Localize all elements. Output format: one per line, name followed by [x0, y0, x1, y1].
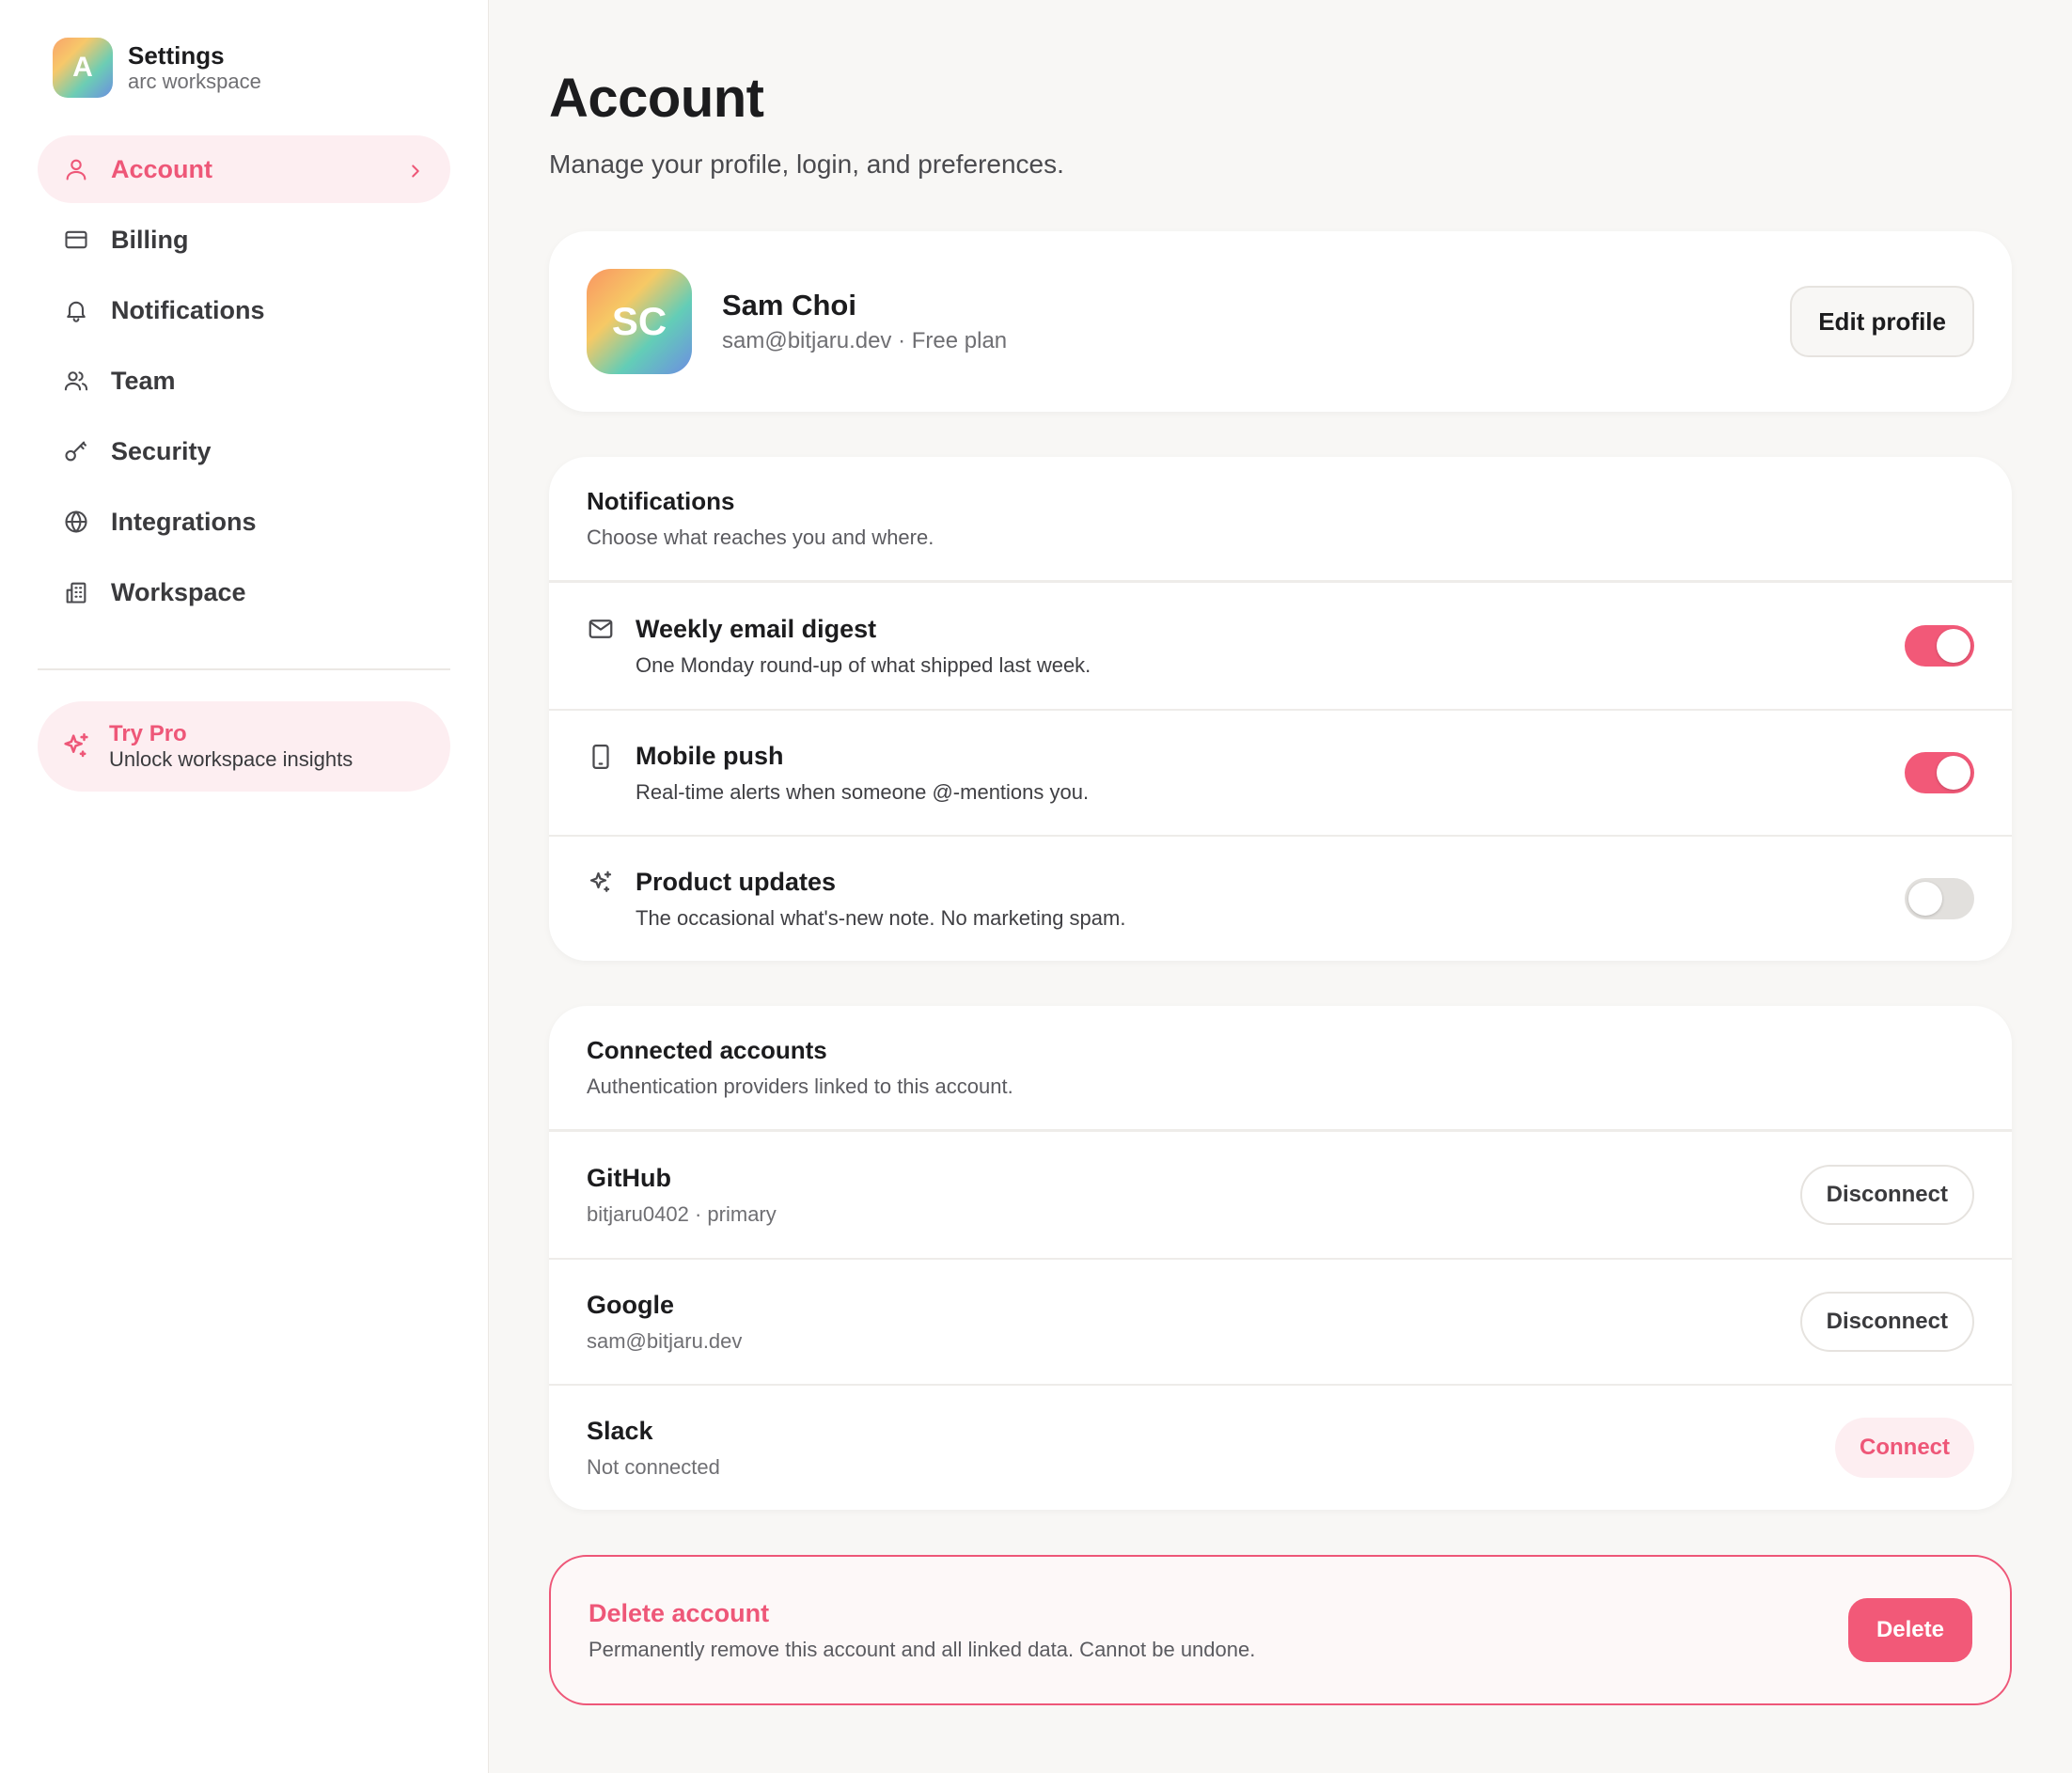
try-pro-card[interactable]: Try Pro Unlock workspace insights: [38, 701, 450, 792]
delete-account-card: Delete account Permanently remove this a…: [549, 1555, 2012, 1705]
notifications-header: Notifications Choose what reaches you an…: [549, 457, 2012, 583]
sidebar-item-account[interactable]: Account: [38, 135, 450, 203]
promo-title: Try Pro: [109, 721, 187, 746]
row-title: Google: [587, 1291, 674, 1319]
danger-title: Delete account: [589, 1599, 770, 1627]
sidebar-item-label: Account: [111, 154, 212, 183]
page-subtitle: Manage your profile, login, and preferen…: [549, 149, 1064, 179]
delete-account-button[interactable]: Delete: [1847, 1598, 1972, 1662]
building-icon: [62, 578, 90, 606]
connected-row-google: Google sam@bitjaru.dev Disconnect: [549, 1258, 2012, 1384]
globe-icon: [62, 508, 90, 536]
phone-icon: [587, 743, 617, 773]
section-title: Connected accounts: [587, 1036, 827, 1064]
sidebar-item-label: Billing: [111, 225, 189, 254]
row-title: Mobile push: [636, 742, 784, 770]
toggle-knob: [1937, 629, 1970, 663]
row-title: Product updates: [636, 868, 837, 896]
brand: A Settings arc workspace: [38, 38, 450, 98]
bell-icon: [62, 296, 90, 324]
connected-accounts-card: Connected accounts Authentication provid…: [549, 1006, 2012, 1510]
row-description: bitjaru0402 · primary: [587, 1202, 777, 1226]
mail-icon: [587, 615, 617, 645]
disconnect-github-button[interactable]: Disconnect: [1799, 1165, 1974, 1225]
section-title: Notifications: [587, 487, 735, 515]
disconnect-google-button[interactable]: Disconnect: [1799, 1292, 1974, 1352]
toggle-knob: [1937, 756, 1970, 790]
row-description: One Monday round-up of what shipped last…: [636, 653, 1091, 677]
users-icon: [62, 367, 90, 395]
sparkles-icon: [587, 869, 617, 899]
email-digest-toggle[interactable]: [1905, 625, 1974, 667]
row-description: sam@bitjaru.dev: [587, 1329, 743, 1353]
notification-row-email-digest: Weekly email digest One Monday round-up …: [549, 583, 2012, 709]
product-updates-toggle[interactable]: [1905, 878, 1974, 919]
sidebar-item-integrations[interactable]: Integrations: [38, 488, 450, 556]
notifications-card: Notifications Choose what reaches you an…: [549, 457, 2012, 961]
settings-app: A Settings arc workspace Account Billing…: [0, 0, 2072, 1773]
sidebar-item-security[interactable]: Security: [38, 417, 450, 485]
sidebar-item-notifications[interactable]: Notifications: [38, 276, 450, 344]
sidebar-item-label: Notifications: [111, 295, 265, 324]
brand-subtitle: arc workspace: [128, 70, 261, 93]
promo-subtitle: Unlock workspace insights: [109, 747, 353, 771]
sidebar-item-billing[interactable]: Billing: [38, 206, 450, 274]
toggle-knob: [1908, 882, 1942, 916]
main-content: Account Manage your profile, login, and …: [489, 0, 2072, 1773]
sidebar: A Settings arc workspace Account Billing…: [0, 0, 489, 1773]
row-description: The occasional what's-new note. No marke…: [636, 906, 1126, 930]
notification-row-product-updates: Product updates The occasional what's-ne…: [549, 835, 2012, 961]
page-title: Account: [549, 68, 764, 129]
user-icon: [62, 155, 90, 183]
row-description: Real-time alerts when someone @-mentions…: [636, 780, 1090, 804]
profile-meta: sam@bitjaru.dev · Free plan: [722, 328, 1008, 353]
connect-slack-button[interactable]: Connect: [1835, 1418, 1974, 1478]
profile-card: SC Sam Choi sam@bitjaru.dev · Free plan …: [549, 231, 2012, 412]
mobile-push-toggle[interactable]: [1905, 752, 1974, 793]
sidebar-item-label: Workspace: [111, 577, 246, 606]
sparkles-icon: [64, 732, 88, 758]
notification-row-mobile-push: Mobile push Real-time alerts when someon…: [549, 709, 2012, 835]
danger-description: Permanently remove this account and all …: [589, 1638, 1256, 1661]
key-icon: [62, 437, 90, 465]
sidebar-item-team[interactable]: Team: [38, 347, 450, 415]
sidebar-item-label: Integrations: [111, 507, 257, 536]
avatar: SC: [587, 269, 692, 374]
connected-row-slack: Slack Not connected Connect: [549, 1384, 2012, 1510]
row-title: Weekly email digest: [636, 615, 877, 643]
credit-card-icon: [62, 226, 90, 254]
row-title: GitHub: [587, 1164, 671, 1192]
sidebar-divider: [38, 668, 450, 670]
sidebar-nav: Account Billing Notifications Team Secur…: [38, 135, 450, 626]
row-title: Slack: [587, 1417, 653, 1445]
row-description: Not connected: [587, 1455, 720, 1479]
workspace-logo: A: [53, 38, 113, 98]
connected-accounts-header: Connected accounts Authentication provid…: [549, 1006, 2012, 1132]
sidebar-item-label: Team: [111, 366, 176, 395]
edit-profile-button[interactable]: Edit profile: [1790, 286, 1974, 357]
chevron-right-icon: [405, 159, 426, 180]
connected-row-github: GitHub bitjaru0402 · primary Disconnect: [549, 1132, 2012, 1258]
section-description: Choose what reaches you and where.: [587, 526, 934, 549]
section-description: Authentication providers linked to this …: [587, 1075, 1013, 1098]
sidebar-item-label: Security: [111, 436, 212, 465]
profile-name: Sam Choi: [722, 289, 856, 322]
brand-title: Settings: [128, 41, 225, 70]
sidebar-item-workspace[interactable]: Workspace: [38, 558, 450, 626]
